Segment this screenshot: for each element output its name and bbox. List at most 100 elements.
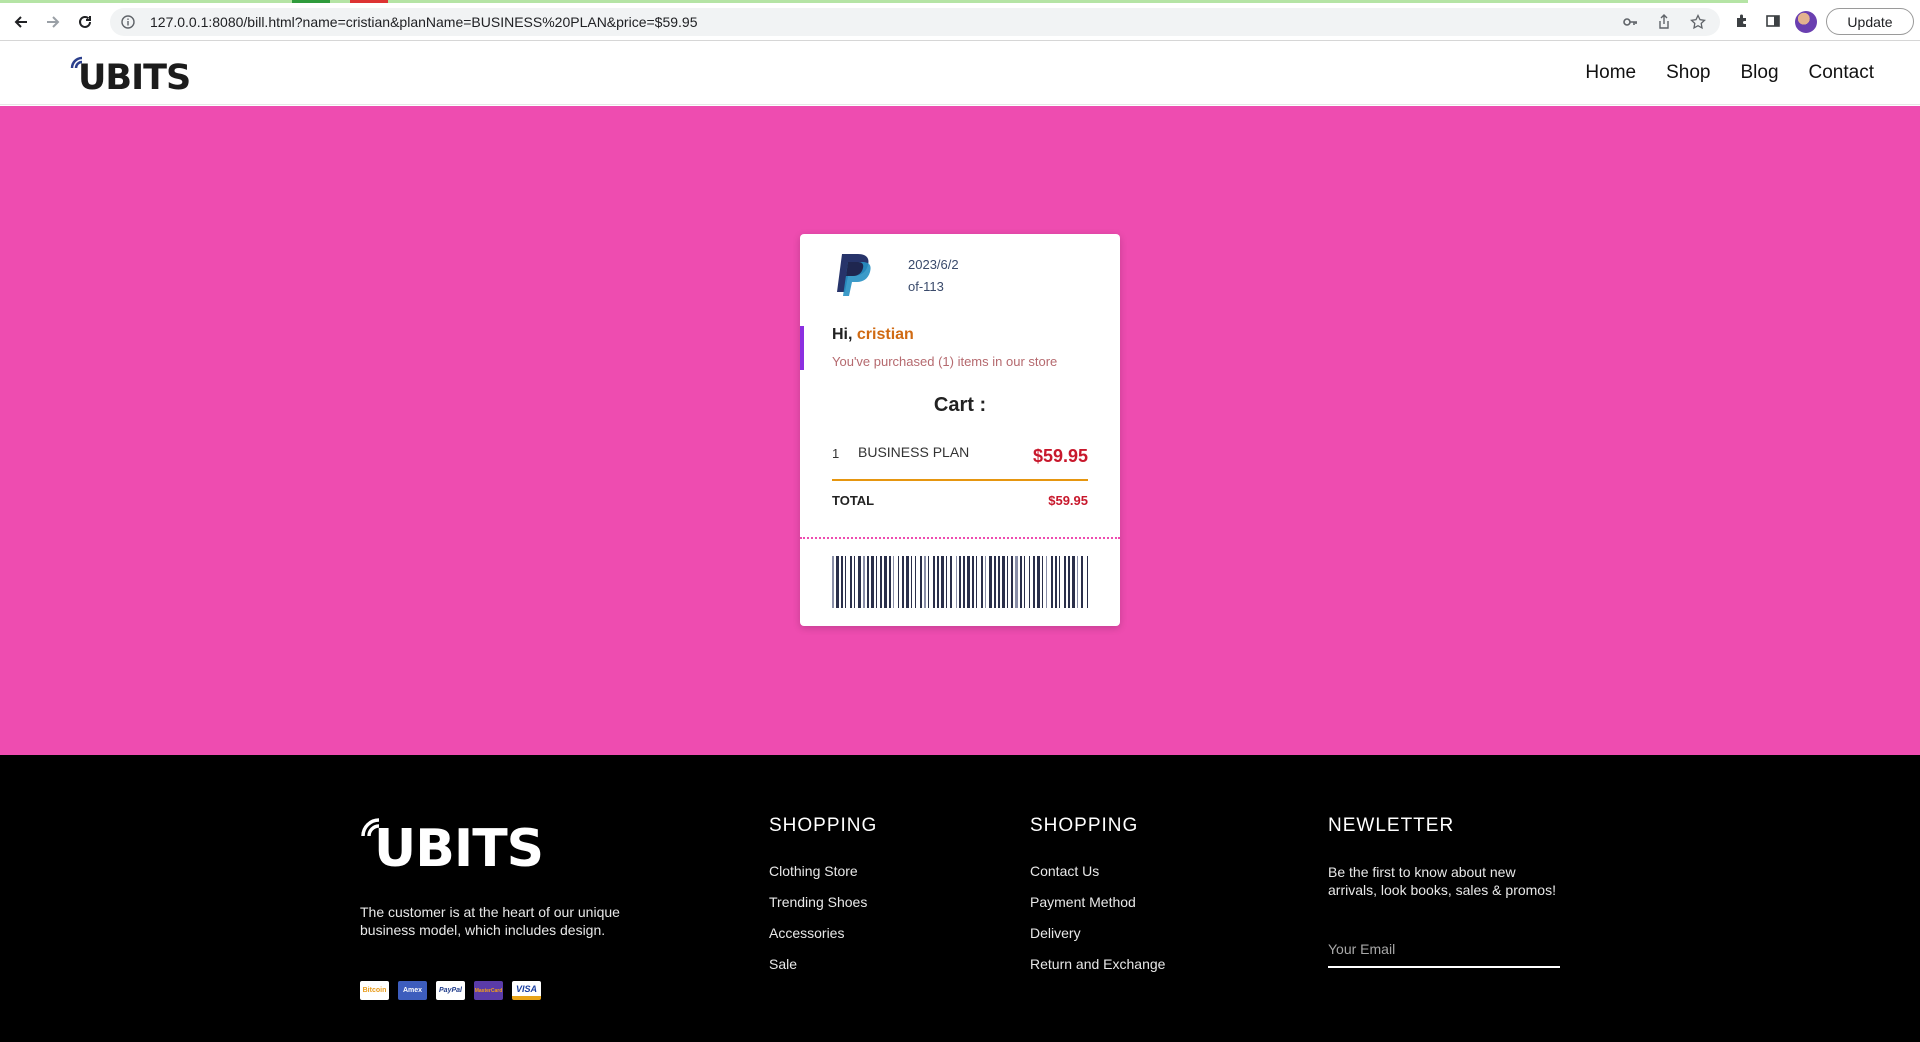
tab-indicator bbox=[350, 0, 388, 3]
receipt-date: 2023/6/2 bbox=[908, 257, 959, 272]
receipt-meta: 2023/6/2 of-113 bbox=[908, 254, 959, 298]
barcode-bar bbox=[950, 556, 952, 608]
barcode-bar bbox=[889, 556, 891, 608]
barcode-bar bbox=[850, 556, 852, 608]
barcode-bar bbox=[989, 556, 992, 608]
address-url: 127.0.0.1:8080/bill.html?name=cristian&p… bbox=[150, 14, 698, 30]
barcode-bar bbox=[1087, 556, 1088, 608]
bitcoin-card-icon: Bitcoin bbox=[360, 981, 389, 1000]
barcode-bar bbox=[994, 556, 996, 608]
nav-blog[interactable]: Blog bbox=[1740, 62, 1778, 84]
barcode-bar bbox=[1024, 556, 1025, 608]
barcode-bar bbox=[832, 556, 834, 608]
footer-link-contact-us[interactable]: Contact Us bbox=[1030, 863, 1165, 879]
paypal-logo-icon bbox=[837, 254, 871, 296]
barcode-bar bbox=[1077, 556, 1078, 608]
barcode-bar bbox=[920, 556, 922, 608]
barcode-bar bbox=[845, 556, 846, 608]
barcode-bar bbox=[972, 556, 974, 608]
barcode-bar bbox=[1064, 556, 1066, 608]
share-icon[interactable] bbox=[1654, 12, 1674, 32]
footer-link-return-exchange[interactable]: Return and Exchange bbox=[1030, 956, 1165, 972]
accent-bar bbox=[800, 326, 804, 370]
barcode-bar bbox=[841, 556, 843, 608]
barcode-bar bbox=[915, 556, 916, 608]
barcode-bar bbox=[941, 556, 944, 608]
barcode-bar bbox=[858, 556, 861, 608]
footer-newsletter: NEWLETTER Be the first to know about new… bbox=[1328, 815, 1568, 899]
footer-link-payment-method[interactable]: Payment Method bbox=[1030, 894, 1165, 910]
footer-logo-text: UBITS bbox=[374, 819, 544, 879]
main-nav: Home Shop Blog Contact bbox=[1585, 62, 1874, 84]
footer-column-shopping: SHOPPING Clothing Store Trending Shoes A… bbox=[769, 815, 877, 987]
footer-link-trending-shoes[interactable]: Trending Shoes bbox=[769, 894, 877, 910]
item-quantity: 1 bbox=[832, 446, 840, 461]
item-name: BUSINESS PLAN bbox=[858, 444, 970, 460]
item-price: $59.95 bbox=[1032, 446, 1088, 466]
barcode-bar bbox=[880, 556, 882, 608]
nav-contact[interactable]: Contact bbox=[1809, 62, 1874, 84]
browser-toolbar: 127.0.0.1:8080/bill.html?name=cristian&p… bbox=[0, 0, 1920, 41]
nav-home[interactable]: Home bbox=[1585, 62, 1636, 84]
footer-logo[interactable]: UBITS bbox=[360, 815, 544, 879]
key-icon[interactable] bbox=[1620, 12, 1640, 32]
barcode-bar bbox=[967, 556, 970, 608]
back-icon[interactable] bbox=[8, 9, 34, 35]
profile-avatar[interactable] bbox=[1795, 11, 1817, 33]
receipt-card: 2023/6/2 of-113 Hi, cristian You've purc… bbox=[800, 234, 1120, 626]
reload-icon[interactable] bbox=[72, 9, 98, 35]
barcode-bar bbox=[937, 556, 939, 608]
barcode-bar bbox=[898, 556, 899, 608]
bookmark-star-icon[interactable] bbox=[1688, 12, 1708, 32]
footer-column-title: SHOPPING bbox=[1030, 815, 1139, 836]
site-header: UBITS Home Shop Blog Contact bbox=[0, 42, 1920, 105]
logo-text: UBITS bbox=[78, 58, 191, 98]
newsletter-title: NEWLETTER bbox=[1328, 815, 1455, 836]
newsletter-text: Be the first to know about new arrivals,… bbox=[1328, 864, 1556, 898]
site-logo[interactable]: UBITS bbox=[70, 54, 191, 98]
barcode-bar bbox=[933, 556, 935, 608]
amex-card-icon: Amex bbox=[398, 981, 427, 1000]
newsletter-email-input[interactable] bbox=[1328, 932, 1560, 968]
footer-link-accessories[interactable]: Accessories bbox=[769, 925, 877, 941]
barcode-bar bbox=[884, 556, 887, 608]
barcode-bar bbox=[1037, 556, 1040, 608]
barcode-bar bbox=[985, 556, 986, 608]
barcode-bar bbox=[1002, 556, 1005, 608]
barcode-bar bbox=[854, 556, 855, 608]
barcode-bar bbox=[924, 556, 926, 608]
customer-name: cristian bbox=[856, 326, 914, 343]
address-bar[interactable]: 127.0.0.1:8080/bill.html?name=cristian&p… bbox=[110, 8, 1720, 36]
site-footer: UBITS The customer is at the heart of ou… bbox=[0, 755, 1920, 1042]
barcode-bar bbox=[867, 556, 869, 608]
perforation-line bbox=[800, 537, 1120, 539]
cart-divider bbox=[832, 479, 1088, 481]
barcode-bar bbox=[976, 556, 977, 608]
barcode-bar bbox=[1011, 556, 1013, 608]
barcode-bar bbox=[1033, 556, 1035, 608]
receipt-order-id: of-113 bbox=[908, 279, 944, 294]
extensions-icon[interactable] bbox=[1732, 11, 1752, 31]
barcode bbox=[832, 556, 1088, 608]
barcode-bar bbox=[959, 556, 961, 608]
barcode-bar bbox=[946, 556, 947, 608]
footer-link-sale[interactable]: Sale bbox=[769, 956, 877, 972]
footer-column-title: SHOPPING bbox=[769, 815, 878, 836]
barcode-bar bbox=[928, 556, 929, 608]
paypal-card-icon: PayPal bbox=[436, 981, 465, 1000]
barcode-bar bbox=[1068, 556, 1070, 608]
barcode-bar bbox=[876, 556, 877, 608]
barcode-bar bbox=[1072, 556, 1075, 608]
barcode-bar bbox=[998, 556, 1000, 608]
mastercard-card-icon: MasterCard bbox=[474, 981, 503, 1000]
footer-link-delivery[interactable]: Delivery bbox=[1030, 925, 1165, 941]
nav-shop[interactable]: Shop bbox=[1666, 62, 1710, 84]
footer-link-clothing-store[interactable]: Clothing Store bbox=[769, 863, 877, 879]
visa-card-icon: VISA bbox=[512, 981, 541, 1000]
site-info-icon[interactable] bbox=[118, 12, 138, 32]
forward-icon[interactable] bbox=[40, 9, 66, 35]
barcode-bar bbox=[836, 556, 839, 608]
side-panel-icon[interactable] bbox=[1763, 11, 1783, 31]
barcode-bar bbox=[1020, 556, 1022, 608]
update-button[interactable]: Update bbox=[1826, 8, 1914, 35]
